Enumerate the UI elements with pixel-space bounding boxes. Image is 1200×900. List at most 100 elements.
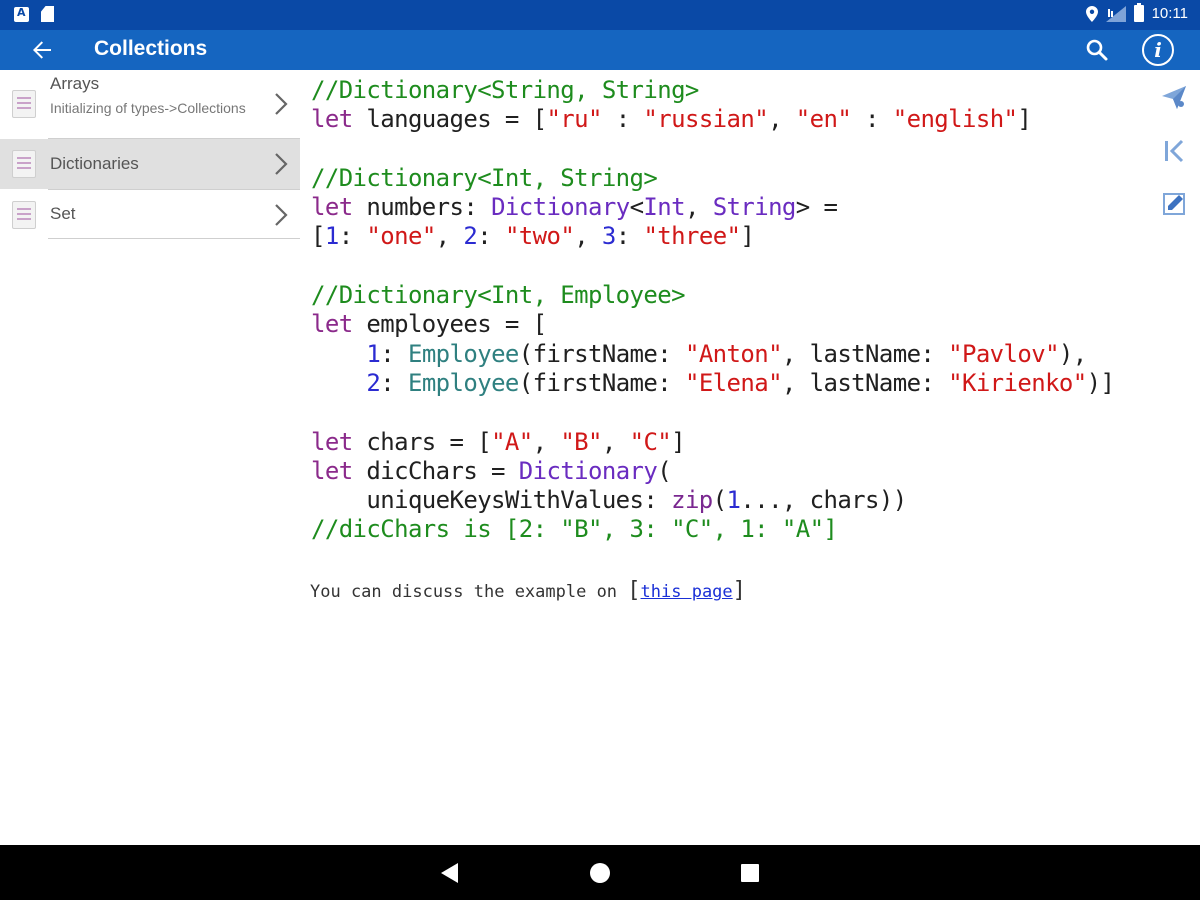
- app-notification-icon: [14, 6, 29, 22]
- code-text: )]: [1086, 368, 1115, 397]
- discussion-note: You can discuss the example on [this pag…: [310, 578, 746, 603]
- code-text: dicChars =: [352, 456, 519, 485]
- first-page-icon[interactable]: [1160, 137, 1188, 165]
- app-bar: Collections i: [0, 30, 1200, 70]
- code-type: Dictionary: [491, 193, 630, 222]
- code-keyword: let: [311, 427, 353, 456]
- code-type: String: [712, 193, 797, 222]
- code-text: :: [851, 105, 893, 134]
- code-text: , lastName:: [781, 368, 949, 397]
- location-icon: [1085, 5, 1098, 22]
- document-icon: [12, 201, 36, 229]
- code-string: "Kirienko": [948, 368, 1087, 397]
- code-string: "Pavlov": [948, 339, 1059, 368]
- send-icon[interactable]: [1160, 83, 1188, 111]
- code-function: zip: [671, 486, 713, 515]
- code-string: "C": [629, 427, 672, 456]
- code-text: uniqueKeysWithValues:: [311, 486, 672, 515]
- search-icon[interactable]: [1084, 37, 1110, 63]
- code-comment: //Dictionary<Int, Employee>: [311, 281, 686, 310]
- code-keyword: let: [311, 310, 353, 339]
- code-text: (: [657, 456, 672, 485]
- code-text: ,: [574, 222, 602, 251]
- edit-icon[interactable]: [1160, 190, 1188, 218]
- code-text: chars = [: [352, 427, 492, 456]
- system-icons: 10:11: [1085, 3, 1188, 22]
- navigation-bar: [0, 845, 1200, 900]
- sidebar-item-title: Arrays: [50, 74, 100, 93]
- code-number: 2: [463, 222, 478, 251]
- code-comment: //Dictionary<Int, String>: [311, 163, 658, 192]
- sidebar-item-set[interactable]: Set: [0, 190, 300, 238]
- page-title: Collections: [94, 37, 208, 60]
- code-text: :: [601, 105, 644, 134]
- info-icon: i: [1154, 38, 1162, 62]
- code-number: 1: [726, 486, 741, 515]
- sidebar-item-arrays[interactable]: Arrays Initializing of types->Collection…: [0, 70, 300, 138]
- code-text: ,: [435, 222, 464, 251]
- code-string: "russian": [643, 105, 769, 134]
- sidebar: Arrays Initializing of types->Collection…: [0, 70, 300, 845]
- code-text: ,: [532, 427, 561, 456]
- code-keyword: let: [311, 105, 353, 134]
- code-number: 2: [366, 368, 381, 397]
- code-string: "english": [892, 105, 1018, 134]
- discussion-link[interactable]: this page: [641, 582, 733, 602]
- nav-recents-icon[interactable]: [741, 864, 759, 882]
- sidebar-item-title: Set: [50, 204, 76, 223]
- discussion-text: You can discuss the example on: [310, 582, 628, 602]
- notification-icons: [14, 6, 54, 22]
- chevron-right-icon: [275, 204, 288, 226]
- code-text: [: [311, 222, 325, 251]
- code-string: "en": [795, 105, 852, 134]
- code-class: Employee: [407, 339, 519, 368]
- chevron-right-icon: [275, 93, 288, 115]
- code-text: employees = [: [352, 310, 547, 339]
- code-text: ]: [1017, 105, 1032, 134]
- code-string: "A": [491, 427, 533, 456]
- bracket: [: [627, 578, 641, 603]
- code-keyword: let: [311, 193, 353, 222]
- code-string: "Elena": [684, 368, 783, 397]
- status-bar: 10:11: [0, 0, 1200, 30]
- sidebar-item-dictionaries[interactable]: Dictionaries: [0, 139, 300, 189]
- battery-icon: [1133, 3, 1144, 22]
- document-icon: [12, 150, 36, 178]
- code-string: "two": [504, 222, 575, 251]
- code-text: numbers:: [352, 193, 492, 222]
- code-comment: //Dictionary<String, String>: [311, 76, 699, 104]
- code-class: Employee: [407, 368, 519, 397]
- code-string: "three": [643, 222, 741, 251]
- signal-icon: [1105, 5, 1126, 22]
- nav-back-icon[interactable]: [441, 863, 459, 883]
- nav-home-icon[interactable]: [590, 863, 610, 883]
- code-text: , lastName:: [781, 339, 949, 368]
- back-arrow-icon[interactable]: [28, 36, 56, 64]
- code-text: :: [380, 339, 408, 368]
- code-string: "ru": [546, 105, 602, 134]
- chevron-right-icon: [275, 153, 288, 175]
- sd-card-icon: [41, 6, 54, 22]
- code-text: :: [615, 222, 644, 251]
- code-comment: //dicChars is [2: "B", 3: "C", 1: "A"]: [311, 515, 838, 544]
- document-icon: [12, 90, 36, 118]
- sidebar-item-title: Dictionaries: [50, 154, 139, 173]
- code-text: ]: [740, 222, 755, 251]
- divider: [48, 238, 300, 239]
- info-button[interactable]: i: [1142, 34, 1174, 66]
- code-text: (firstName:: [518, 339, 685, 368]
- sidebar-item-subtitle: Initializing of types->Collections: [50, 100, 246, 116]
- code-example: //Dictionary<String, String> let languag…: [311, 76, 1115, 545]
- code-text: :: [477, 222, 505, 251]
- code-string: "B": [560, 427, 602, 456]
- code-type: Int: [643, 193, 685, 222]
- code-number: 3: [601, 222, 616, 251]
- code-text: ..., chars)): [740, 486, 907, 515]
- code-text: ,: [601, 427, 630, 456]
- code-text: > =: [795, 193, 838, 222]
- code-text: ),: [1058, 339, 1087, 368]
- code-text: ]: [671, 427, 686, 456]
- code-string: "one": [366, 222, 436, 251]
